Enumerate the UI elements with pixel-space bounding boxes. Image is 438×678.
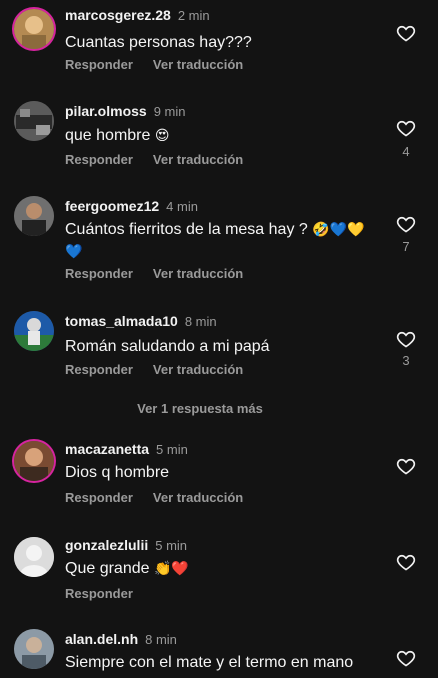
avatar[interactable] xyxy=(14,101,54,141)
translate-button[interactable]: Ver traducción xyxy=(153,362,243,377)
reply-button[interactable]: Responder xyxy=(65,362,133,377)
comment-header: alan.del.nh 8 min xyxy=(65,631,177,647)
comment-header: gonzalezlulii 5 min xyxy=(65,537,187,553)
reply-button[interactable]: Responder xyxy=(65,586,133,601)
comment-header: marcosgerez.28 2 min xyxy=(65,7,210,23)
comment-body: que hombre xyxy=(65,127,151,144)
avatar[interactable] xyxy=(14,537,54,577)
timestamp: 9 min xyxy=(153,104,186,119)
clapping-red-heart-emoji: 👏❤️ xyxy=(153,561,189,577)
like-count: 3 xyxy=(402,353,410,368)
translate-button[interactable]: Ver traducción xyxy=(153,152,243,167)
heart-icon[interactable] xyxy=(396,552,416,572)
avatar[interactable] xyxy=(14,311,54,351)
comment-text: Dios q hombre xyxy=(65,462,365,484)
reply-button[interactable]: Responder xyxy=(65,490,133,505)
timestamp: 8 min xyxy=(145,632,177,647)
comment-actions: Responder Ver traducción xyxy=(65,152,243,167)
username[interactable]: alan.del.nh xyxy=(65,631,138,647)
timestamp: 8 min xyxy=(184,314,217,329)
timestamp: 5 min xyxy=(156,442,188,457)
like-count: 4 xyxy=(402,144,410,159)
heart-icon[interactable] xyxy=(396,648,416,668)
heart-icon[interactable] xyxy=(396,456,416,476)
avatar[interactable] xyxy=(14,629,54,669)
translate-button[interactable]: Ver traducción xyxy=(153,266,243,281)
translate-button[interactable]: Ver traducción xyxy=(153,57,243,72)
comment-actions: Responder Ver traducción xyxy=(65,490,243,505)
view-more-replies-button[interactable]: Ver 1 respuesta más xyxy=(0,401,438,416)
comment-text: que hombre 😍 xyxy=(65,125,365,147)
timestamp: 4 min xyxy=(166,199,198,214)
timestamp: 5 min xyxy=(155,538,188,553)
heart-icon[interactable] xyxy=(396,214,416,234)
translate-button[interactable]: Ver traducción xyxy=(153,490,243,505)
comment-header: tomas_almada10 8 min xyxy=(65,313,217,329)
heart-icon[interactable] xyxy=(396,23,416,43)
comment-actions: Responder Ver traducción xyxy=(65,362,243,377)
username[interactable]: gonzalezlulii xyxy=(65,537,148,553)
comment-header: macazanetta 5 min xyxy=(65,441,188,457)
heart-eyes-emoji: 😍 xyxy=(154,128,170,144)
comment-body: Cuantas personas hay??? xyxy=(65,34,252,51)
reply-button[interactable]: Responder xyxy=(65,266,133,281)
username[interactable]: pilar.olmoss xyxy=(65,103,147,119)
comment-text: Cuantas personas hay??? xyxy=(65,32,365,54)
heart-icon[interactable] xyxy=(396,329,416,349)
username[interactable]: macazanetta xyxy=(65,441,149,457)
laughing-blue-heart-yellow-heart-emoji: 🤣💙💛 xyxy=(312,222,365,238)
avatar[interactable] xyxy=(14,9,54,49)
reply-button[interactable]: Responder xyxy=(65,57,133,72)
heart-icon[interactable] xyxy=(396,118,416,138)
timestamp: 2 min xyxy=(177,8,210,23)
comment-header: feergoomez12 4 min xyxy=(65,198,198,214)
avatar[interactable] xyxy=(14,441,54,481)
blue-heart-emoji: 💙 xyxy=(65,244,83,260)
comment-body: Román saludando a mi papá xyxy=(65,338,270,355)
comment-actions: Responder Ver traducción xyxy=(65,266,243,281)
username[interactable]: feergoomez12 xyxy=(65,198,159,214)
comment-text: Que grande 👏❤️ xyxy=(65,558,365,580)
comment-actions: Responder Ver traducción xyxy=(65,57,243,72)
comment-text: Román saludando a mi papá xyxy=(65,336,365,358)
comment-body: Cuántos fierritos de la mesa hay ? xyxy=(65,221,308,238)
comment-text: Cuántos fierritos de la mesa hay ? 🤣💙💛 💙 xyxy=(65,219,375,263)
username[interactable]: tomas_almada10 xyxy=(65,313,178,329)
comment-body: Que grande xyxy=(65,560,150,577)
comment-actions: Responder xyxy=(65,586,133,601)
comment-header: pilar.olmoss 9 min xyxy=(65,103,186,119)
like-count: 7 xyxy=(402,239,410,254)
comment-body: Dios q hombre xyxy=(65,464,170,481)
comment-text: Siempre con el mate y el termo en mano xyxy=(65,652,395,674)
username[interactable]: marcosgerez.28 xyxy=(65,7,171,23)
avatar[interactable] xyxy=(14,196,54,236)
reply-button[interactable]: Responder xyxy=(65,152,133,167)
comment-body: Siempre con el mate y el termo en mano xyxy=(65,654,354,671)
